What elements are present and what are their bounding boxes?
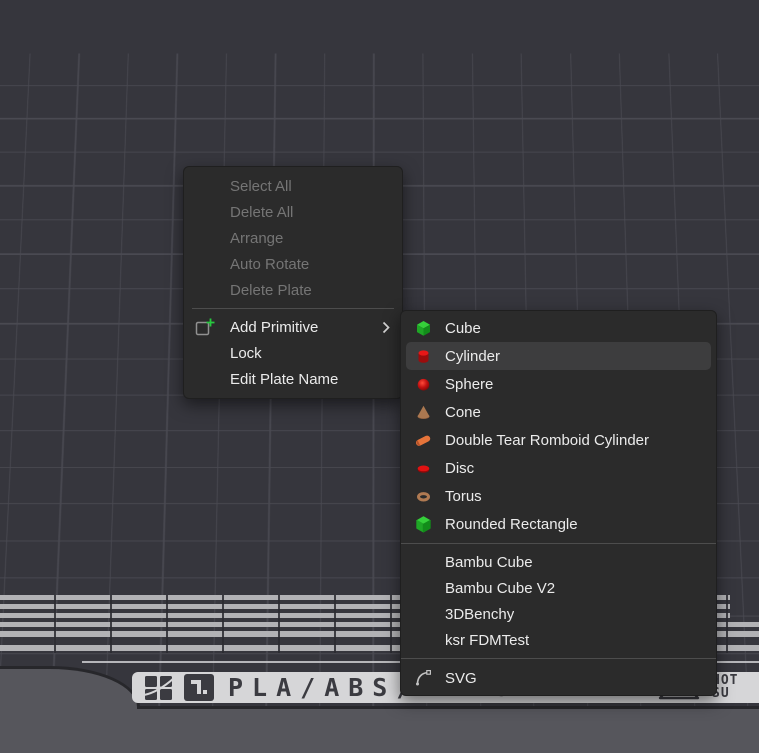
plate-number-icon <box>184 674 214 706</box>
menu-item-ksr-fdmtest[interactable]: ksr FDMTest <box>401 627 716 653</box>
menu-item-label: Rounded Rectangle <box>445 516 578 533</box>
menu-separator <box>401 658 716 659</box>
menu-item-label: Arrange <box>230 230 283 247</box>
disc-icon <box>414 459 432 477</box>
menu-item-svg[interactable]: SVG <box>401 664 716 692</box>
menu-item-label: Cube <box>445 320 481 337</box>
add-primitive-icon <box>194 317 216 337</box>
menu-item-3dbenchy[interactable]: 3DBenchy <box>401 601 716 627</box>
menu-item-auto-rotate: Auto Rotate <box>184 251 402 277</box>
menu-item-label: Add Primitive <box>230 319 318 336</box>
sphere-icon <box>414 375 432 393</box>
romboid-cylinder-icon <box>414 431 432 449</box>
chevron-right-icon <box>382 321 390 334</box>
menu-item-label: SVG <box>445 670 477 687</box>
plate-texture-icon <box>144 675 174 706</box>
menu-item-label: Select All <box>230 178 292 195</box>
menu-item-sphere[interactable]: Sphere <box>401 370 716 398</box>
menu-item-label: Lock <box>230 345 262 362</box>
menu-item-double-tear-romboid-cylinder[interactable]: Double Tear Romboid Cylinder <box>401 426 716 454</box>
cylinder-icon <box>414 347 432 365</box>
menu-item-label: Sphere <box>445 376 493 393</box>
menu-item-label: Bambu Cube V2 <box>445 580 555 597</box>
menu-item-delete-plate: Delete Plate <box>184 277 402 303</box>
menu-item-torus[interactable]: Torus <box>401 482 716 510</box>
add-primitive-submenu: Cube Cylinder Sphere Cone Double Tear Romboi… <box>400 310 717 696</box>
menu-item-label: Edit Plate Name <box>230 371 338 388</box>
menu-item-label: Torus <box>445 488 482 505</box>
menu-item-bambu-cube[interactable]: Bambu Cube <box>401 549 716 575</box>
menu-item-select-all: Select All <box>184 173 402 199</box>
cone-icon <box>414 403 432 421</box>
menu-item-label: Cone <box>445 404 481 421</box>
menu-item-label: Delete Plate <box>230 282 312 299</box>
menu-separator <box>401 543 716 544</box>
menu-item-bambu-cube-v2[interactable]: Bambu Cube V2 <box>401 575 716 601</box>
menu-item-cone[interactable]: Cone <box>401 398 716 426</box>
menu-item-lock[interactable]: Lock <box>184 340 402 366</box>
menu-item-edit-plate-name[interactable]: Edit Plate Name <box>184 366 402 392</box>
menu-item-cube[interactable]: Cube <box>401 314 716 342</box>
menu-item-label: Double Tear Romboid Cylinder <box>445 432 649 449</box>
menu-item-label: Cylinder <box>445 348 500 365</box>
menu-item-label: ksr FDMTest <box>445 632 529 649</box>
menu-item-delete-all: Delete All <box>184 199 402 225</box>
menu-item-add-primitive[interactable]: Add Primitive <box>184 314 402 340</box>
menu-item-label: Disc <box>445 460 474 477</box>
torus-icon <box>414 487 432 505</box>
menu-item-disc[interactable]: Disc <box>401 454 716 482</box>
menu-item-label: 3DBenchy <box>445 606 514 623</box>
plate-context-menu: Select All Delete All Arrange Auto Rotate De… <box>183 166 403 399</box>
menu-item-cylinder[interactable]: Cylinder <box>401 342 716 370</box>
menu-item-arrange: Arrange <box>184 225 402 251</box>
menu-separator <box>192 308 394 309</box>
rounded-rectangle-icon <box>414 515 432 533</box>
cube-icon <box>414 319 432 337</box>
svg-curve-icon <box>414 669 432 687</box>
menu-item-label: Auto Rotate <box>230 256 309 273</box>
menu-item-label: Bambu Cube <box>445 554 533 571</box>
menu-item-label: Delete All <box>230 204 293 221</box>
menu-item-rounded-rectangle[interactable]: Rounded Rectangle <box>401 510 716 538</box>
